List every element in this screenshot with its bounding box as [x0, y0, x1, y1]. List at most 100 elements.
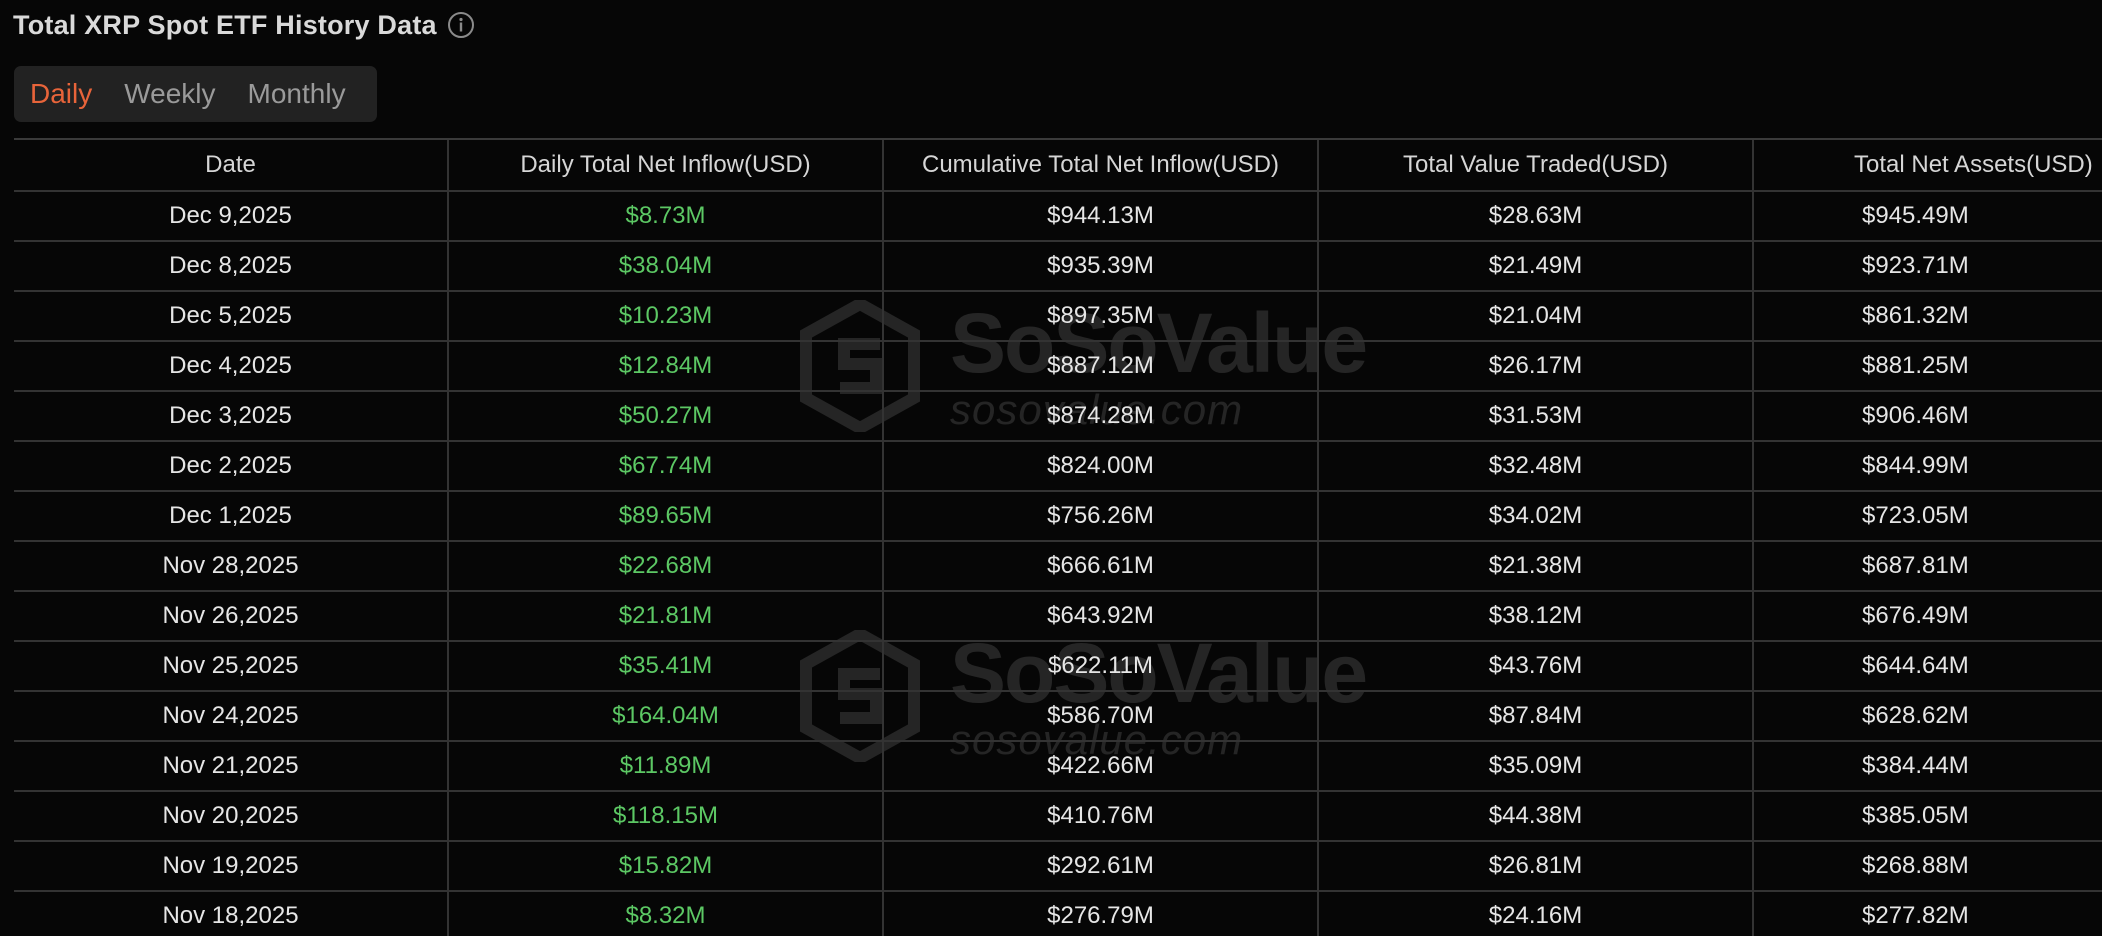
- daily-net-inflow-cell: $8.73M: [449, 192, 884, 240]
- total-net-assets-cell: $687.81M: [1862, 552, 1969, 579]
- total-net-assets-cell: $723.05M: [1862, 502, 1969, 529]
- daily-net-inflow-cell: $21.81M: [449, 592, 884, 640]
- daily-net-inflow-cell: $38.04M: [449, 242, 884, 290]
- table-row[interactable]: Dec 8,2025 $38.04M $935.39M $21.49M $923.71M: [14, 242, 2102, 292]
- date-cell: Dec 4,2025: [14, 342, 449, 390]
- column-header-daily-net-inflow[interactable]: Daily Total Net Inflow(USD): [449, 140, 884, 190]
- cumulative-net-inflow-cell: $643.92M: [884, 592, 1319, 640]
- total-net-assets-cell: $844.99M: [1862, 452, 1969, 479]
- total-net-assets-cell: $861.32M: [1862, 302, 1969, 329]
- total-net-assets-cell: $923.71M: [1862, 252, 1969, 279]
- daily-net-inflow-cell: $50.27M: [449, 392, 884, 440]
- table-row[interactable]: Dec 4,2025 $12.84M $887.12M $26.17M $881.25M: [14, 342, 2102, 392]
- daily-net-inflow-cell: $67.74M: [449, 442, 884, 490]
- table-row[interactable]: Nov 24,2025 $164.04M $586.70M $87.84M $628.6…: [14, 692, 2102, 742]
- table-row[interactable]: Dec 1,2025 $89.65M $756.26M $34.02M $723.05M: [14, 492, 2102, 542]
- cumulative-net-inflow-cell: $887.12M: [884, 342, 1319, 390]
- date-cell: Dec 9,2025: [14, 192, 449, 240]
- total-net-assets-cell: $268.88M: [1862, 852, 1969, 879]
- cumulative-net-inflow-cell: $276.79M: [884, 892, 1319, 936]
- cumulative-net-inflow-cell: $622.11M: [884, 642, 1319, 690]
- table-row[interactable]: Dec 3,2025 $50.27M $874.28M $31.53M $906.46M: [14, 392, 2102, 442]
- total-net-assets-cell: $881.25M: [1862, 352, 1969, 379]
- tab-weekly[interactable]: Weekly: [124, 78, 215, 110]
- total-value-traded-cell: $31.53M: [1319, 392, 1754, 440]
- table-row[interactable]: Nov 26,2025 $21.81M $643.92M $38.12M $676.49…: [14, 592, 2102, 642]
- total-value-traded-cell: $26.81M: [1319, 842, 1754, 890]
- date-cell: Nov 25,2025: [14, 642, 449, 690]
- date-cell: Nov 26,2025: [14, 592, 449, 640]
- title-row: Total XRP Spot ETF History Data: [13, 8, 475, 42]
- total-value-traded-cell: $28.63M: [1319, 192, 1754, 240]
- table-row[interactable]: Dec 9,2025 $8.73M $944.13M $28.63M $945.49M: [14, 192, 2102, 242]
- date-cell: Dec 5,2025: [14, 292, 449, 340]
- total-net-assets-cell: $676.49M: [1862, 602, 1969, 629]
- total-value-traded-cell: $32.48M: [1319, 442, 1754, 490]
- cumulative-net-inflow-cell: $897.35M: [884, 292, 1319, 340]
- daily-net-inflow-cell: $10.23M: [449, 292, 884, 340]
- cumulative-net-inflow-cell: $824.00M: [884, 442, 1319, 490]
- total-net-assets-cell: $945.49M: [1862, 202, 1969, 229]
- total-value-traded-cell: $43.76M: [1319, 642, 1754, 690]
- total-net-assets-cell: $644.64M: [1862, 652, 1969, 679]
- daily-net-inflow-cell: $22.68M: [449, 542, 884, 590]
- table-row[interactable]: Nov 19,2025 $15.82M $292.61M $26.81M $268.88…: [14, 842, 2102, 892]
- info-icon[interactable]: [447, 11, 475, 39]
- total-value-traded-cell: $21.49M: [1319, 242, 1754, 290]
- date-cell: Nov 19,2025: [14, 842, 449, 890]
- table-body: Dec 9,2025 $8.73M $944.13M $28.63M $945.49M D…: [14, 192, 2102, 936]
- daily-net-inflow-cell: $8.32M: [449, 892, 884, 936]
- date-cell: Dec 8,2025: [14, 242, 449, 290]
- cumulative-net-inflow-cell: $410.76M: [884, 792, 1319, 840]
- total-value-traded-cell: $21.38M: [1319, 542, 1754, 590]
- daily-net-inflow-cell: $11.89M: [449, 742, 884, 790]
- cumulative-net-inflow-cell: $944.13M: [884, 192, 1319, 240]
- total-net-assets-cell: $628.62M: [1862, 702, 1969, 729]
- total-value-traded-cell: $21.04M: [1319, 292, 1754, 340]
- daily-net-inflow-cell: $12.84M: [449, 342, 884, 390]
- total-value-traded-cell: $87.84M: [1319, 692, 1754, 740]
- cumulative-net-inflow-cell: $874.28M: [884, 392, 1319, 440]
- daily-net-inflow-cell: $89.65M: [449, 492, 884, 540]
- total-value-traded-cell: $44.38M: [1319, 792, 1754, 840]
- date-cell: Nov 21,2025: [14, 742, 449, 790]
- daily-net-inflow-cell: $118.15M: [449, 792, 884, 840]
- total-net-assets-cell: $277.82M: [1862, 902, 1969, 929]
- etf-history-table: Date Daily Total Net Inflow(USD) Cumulat…: [14, 138, 2102, 936]
- date-cell: Nov 18,2025: [14, 892, 449, 936]
- table-row[interactable]: Dec 5,2025 $10.23M $897.35M $21.04M $861.32M: [14, 292, 2102, 342]
- table-row[interactable]: Dec 2,2025 $67.74M $824.00M $32.48M $844.99M: [14, 442, 2102, 492]
- column-header-total-value-traded[interactable]: Total Value Traded(USD): [1319, 140, 1754, 190]
- date-cell: Dec 2,2025: [14, 442, 449, 490]
- table-row[interactable]: Nov 21,2025 $11.89M $422.66M $35.09M $384.44…: [14, 742, 2102, 792]
- table-row[interactable]: Nov 20,2025 $118.15M $410.76M $44.38M $385.0…: [14, 792, 2102, 842]
- daily-net-inflow-cell: $35.41M: [449, 642, 884, 690]
- cumulative-net-inflow-cell: $935.39M: [884, 242, 1319, 290]
- cumulative-net-inflow-cell: $292.61M: [884, 842, 1319, 890]
- page-title: Total XRP Spot ETF History Data: [13, 9, 437, 40]
- cumulative-net-inflow-cell: $666.61M: [884, 542, 1319, 590]
- date-cell: Dec 3,2025: [14, 392, 449, 440]
- daily-net-inflow-cell: $15.82M: [449, 842, 884, 890]
- total-net-assets-cell: $385.05M: [1862, 802, 1969, 829]
- total-value-traded-cell: $38.12M: [1319, 592, 1754, 640]
- cumulative-net-inflow-cell: $586.70M: [884, 692, 1319, 740]
- total-value-traded-cell: $35.09M: [1319, 742, 1754, 790]
- column-header-cumulative-net-inflow[interactable]: Cumulative Total Net Inflow(USD): [884, 140, 1319, 190]
- table-row[interactable]: Nov 28,2025 $22.68M $666.61M $21.38M $687.81…: [14, 542, 2102, 592]
- column-header-date[interactable]: Date: [14, 140, 449, 190]
- date-cell: Dec 1,2025: [14, 492, 449, 540]
- tab-monthly[interactable]: Monthly: [248, 78, 346, 110]
- column-header-total-net-assets[interactable]: Total Net Assets(USD): [1754, 140, 2102, 190]
- total-value-traded-cell: $24.16M: [1319, 892, 1754, 936]
- total-value-traded-cell: $26.17M: [1319, 342, 1754, 390]
- table-row[interactable]: Nov 25,2025 $35.41M $622.11M $43.76M $644.64…: [14, 642, 2102, 692]
- cumulative-net-inflow-cell: $422.66M: [884, 742, 1319, 790]
- cumulative-net-inflow-cell: $756.26M: [884, 492, 1319, 540]
- date-cell: Nov 24,2025: [14, 692, 449, 740]
- table-row[interactable]: Nov 18,2025 $8.32M $276.79M $24.16M $277.82M: [14, 892, 2102, 936]
- daily-net-inflow-cell: $164.04M: [449, 692, 884, 740]
- tab-daily[interactable]: Daily: [30, 78, 92, 110]
- date-cell: Nov 28,2025: [14, 542, 449, 590]
- total-net-assets-cell: $906.46M: [1862, 402, 1969, 429]
